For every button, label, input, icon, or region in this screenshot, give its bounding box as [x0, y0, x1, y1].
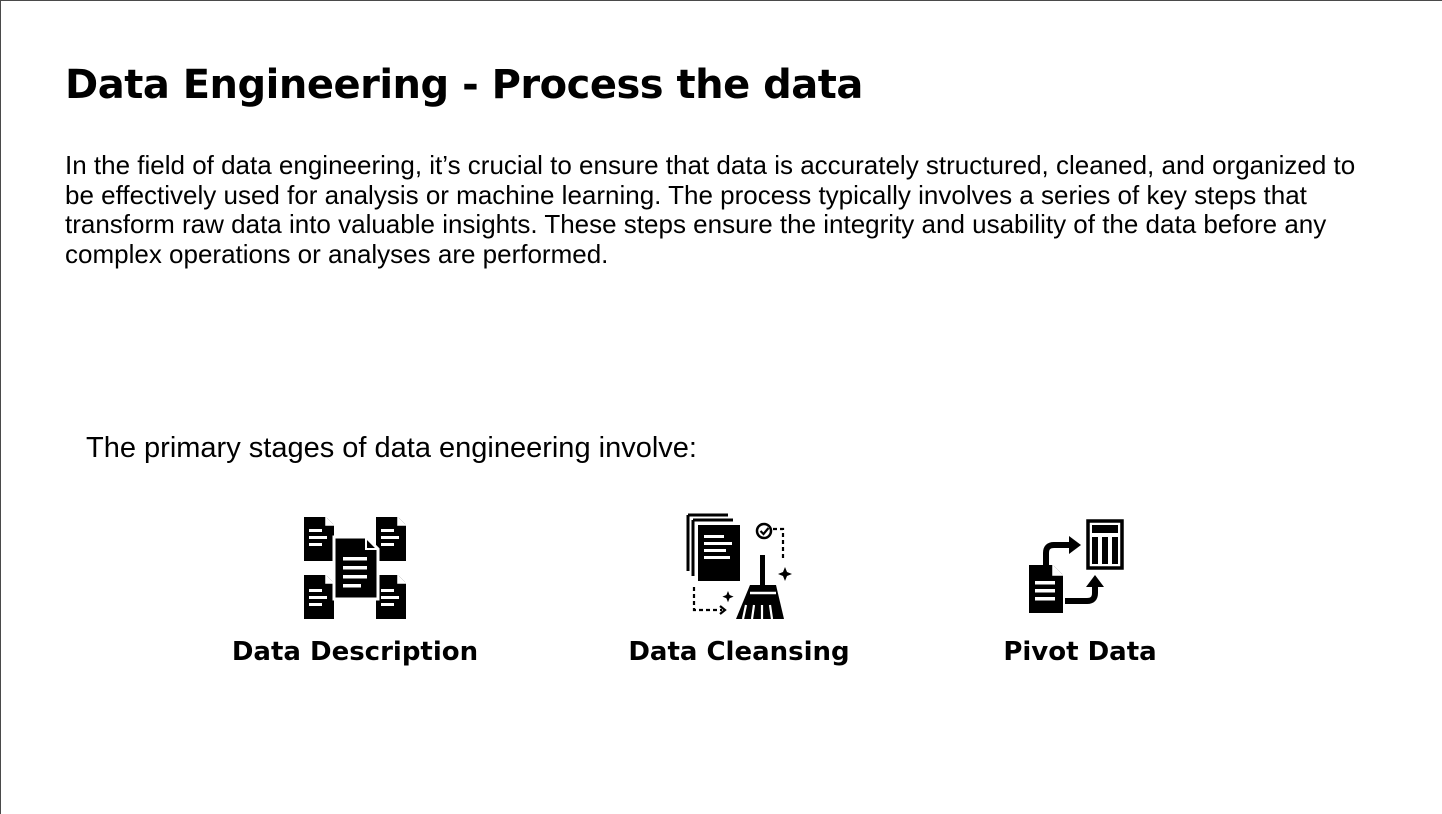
stages-intro-text: The primary stages of data engineering i…: [86, 432, 697, 464]
stage-data-description: Data Description: [205, 513, 505, 667]
slide: Data Engineering - Process the data In t…: [0, 0, 1442, 814]
pivot-transfer-icon: [1029, 519, 1124, 613]
documents-network-icon: [304, 517, 406, 619]
stage-data-cleansing: Data Cleansing: [589, 513, 889, 667]
stage-label: Data Cleansing: [628, 637, 850, 667]
broom-cleansing-icon: [686, 513, 792, 620]
stage-pivot-data: Pivot Data: [930, 513, 1230, 667]
stage-label: Pivot Data: [1003, 637, 1157, 667]
stage-label: Data Description: [231, 637, 479, 667]
intro-paragraph: In the field of data engineering, it’s c…: [65, 150, 1356, 269]
page-title: Data Engineering - Process the data: [65, 62, 863, 108]
